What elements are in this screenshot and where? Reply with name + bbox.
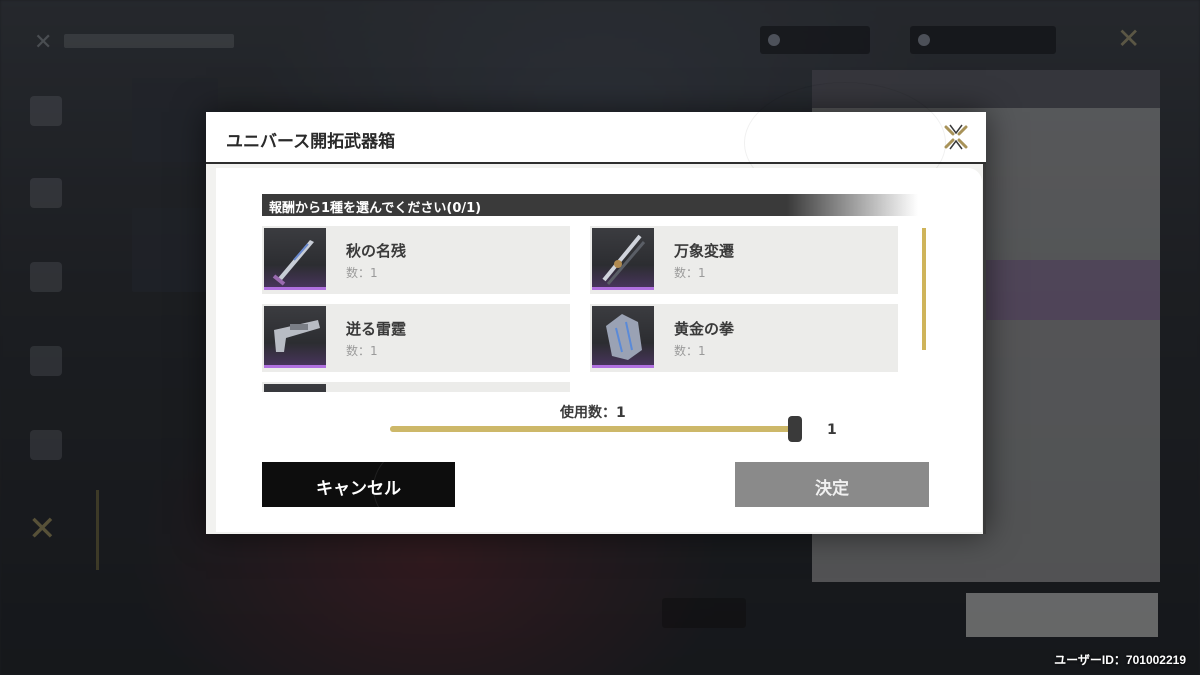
item-quantity: 数：1	[674, 266, 706, 280]
weapon-icon	[264, 384, 326, 392]
user-id-label: ユーザーID：701002219	[1054, 653, 1186, 667]
selection-prompt: 報酬から1種を選んでください(0/1)	[269, 201, 482, 216]
list-scrollbar[interactable]	[922, 228, 926, 350]
rarity-bar	[264, 365, 326, 368]
reward-item[interactable]: 黄金の拳 数：1	[590, 304, 898, 372]
cancel-button[interactable]: キャンセル	[262, 462, 455, 507]
dialog-title: ユニバース開拓武器箱	[226, 132, 396, 152]
katana-icon	[592, 228, 654, 290]
item-quantity: 数：1	[346, 344, 378, 358]
cancel-button-label: キャンセル	[316, 479, 401, 499]
item-name: 黄金の拳	[674, 320, 735, 338]
selection-prompt-bar: 報酬から1種を選んでください(0/1)	[262, 194, 918, 216]
reward-item[interactable]: 万象変遷 数：1	[590, 226, 898, 294]
use-count-label: 使用数：1	[560, 405, 626, 421]
use-count-slider[interactable]	[390, 426, 798, 432]
item-name: 迸る雷霆	[346, 320, 407, 338]
item-name: 秋の名残	[346, 242, 407, 260]
sword-icon	[264, 228, 326, 290]
confirm-button[interactable]: 決定	[735, 462, 929, 507]
confirm-button-label: 決定	[815, 479, 849, 499]
slider-fill	[390, 426, 798, 432]
gun-icon	[264, 306, 326, 368]
reward-item[interactable]	[262, 382, 570, 392]
slider-value: 1	[827, 422, 837, 438]
rarity-bar	[592, 287, 654, 290]
gauntlet-icon	[592, 306, 654, 368]
dialog-edge	[983, 164, 986, 534]
item-quantity: 数：1	[346, 266, 378, 280]
slider-handle[interactable]	[788, 416, 802, 442]
reward-list[interactable]: 秋の名残 数：1 万象変遷 数：1 迸る雷霆 数：1 黄金の拳 数：1	[262, 226, 922, 392]
reward-item[interactable]: 秋の名残 数：1	[262, 226, 570, 294]
item-quantity: 数：1	[674, 344, 706, 358]
dialog-header: ユニバース開拓武器箱	[206, 82, 986, 204]
rarity-bar	[264, 287, 326, 290]
close-icon[interactable]	[940, 121, 972, 153]
rarity-bar	[592, 365, 654, 368]
reward-item[interactable]: 迸る雷霆 数：1	[262, 304, 570, 372]
item-name: 万象変遷	[674, 242, 735, 260]
